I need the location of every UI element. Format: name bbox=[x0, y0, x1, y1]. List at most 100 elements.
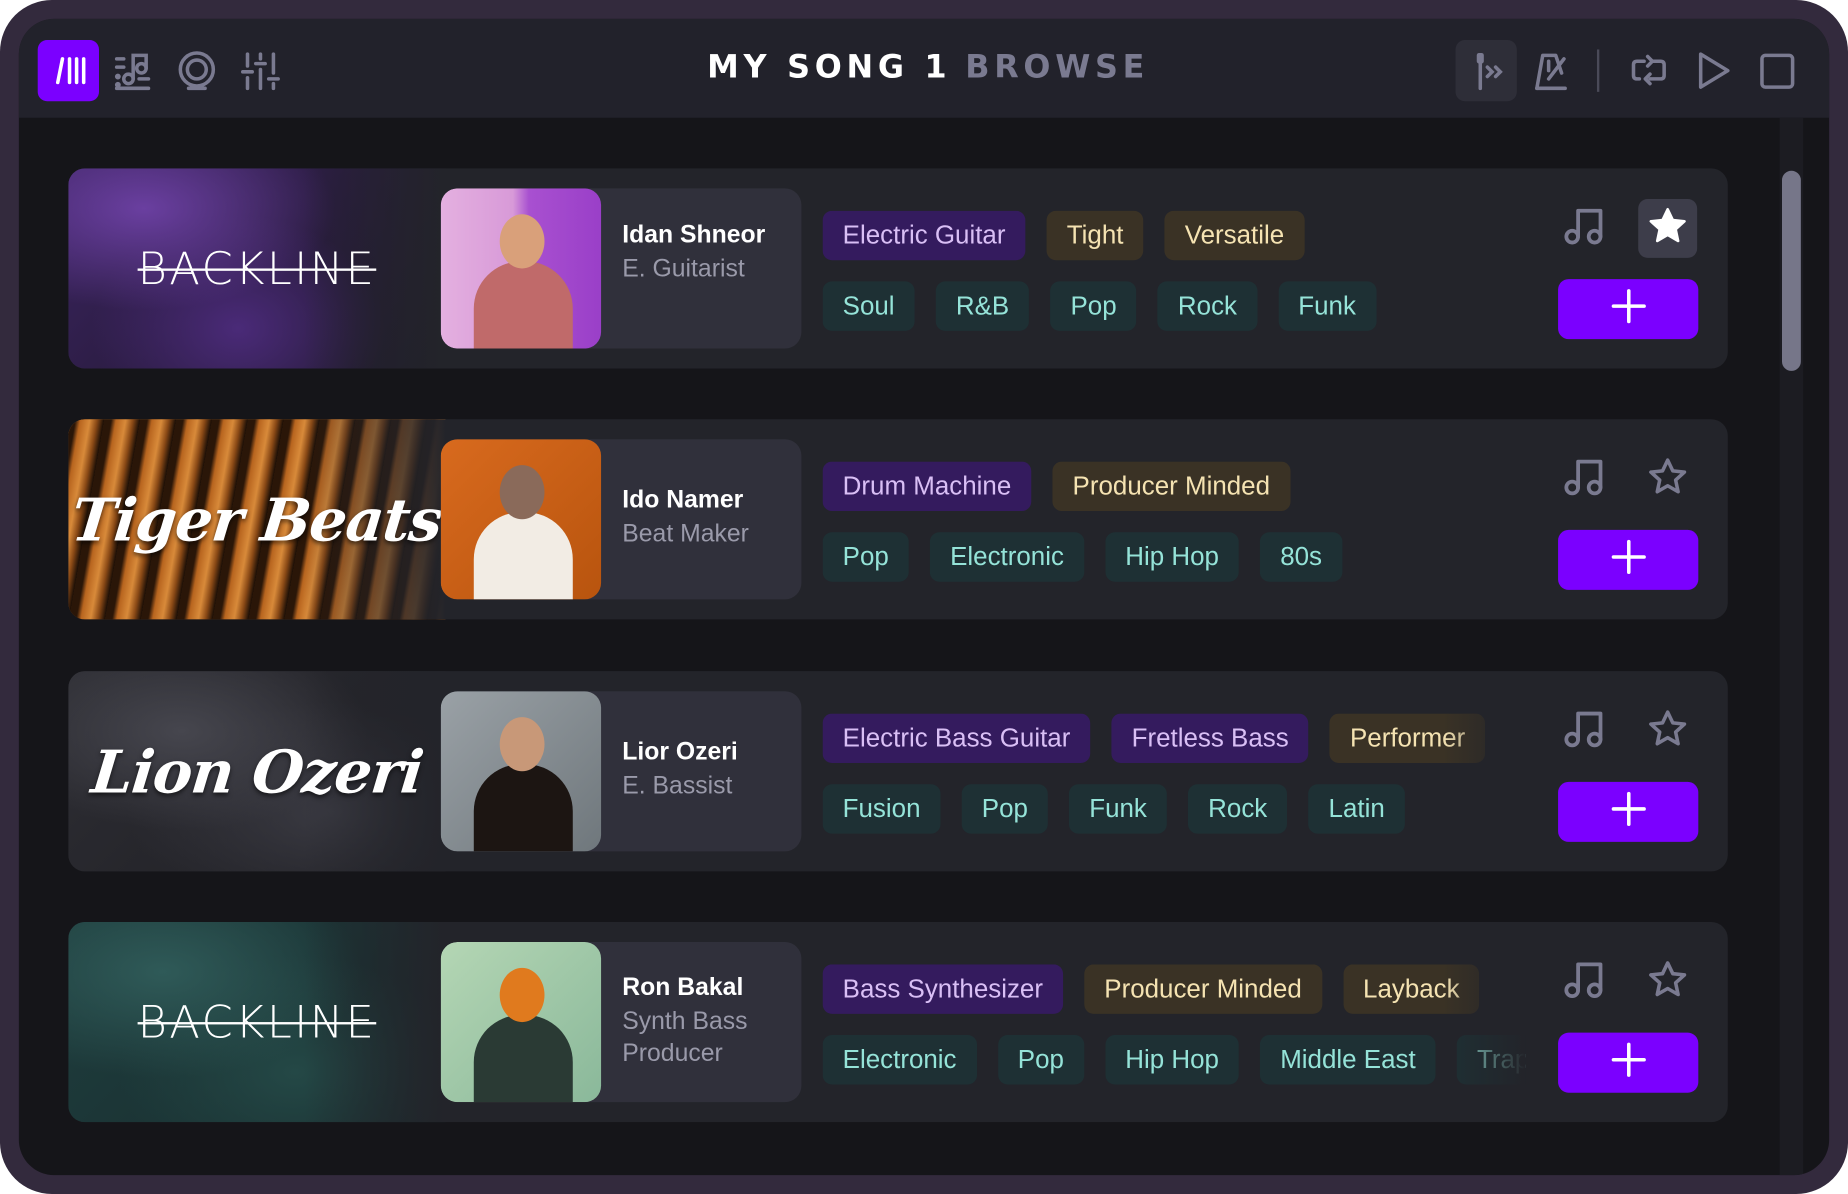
genre-tag[interactable]: Funk bbox=[1278, 281, 1376, 331]
genre-tag[interactable]: Fusion bbox=[822, 784, 941, 834]
artist-role: Beat Maker bbox=[622, 520, 749, 548]
genre-tag[interactable]: Pop bbox=[822, 532, 909, 582]
scrollbar-thumb[interactable] bbox=[1781, 170, 1801, 371]
genre-tag[interactable]: Rock bbox=[1157, 281, 1258, 331]
add-artist-button[interactable] bbox=[1558, 781, 1699, 842]
plus-icon bbox=[1609, 790, 1647, 834]
trait-tag[interactable]: Tight bbox=[1046, 210, 1144, 261]
artist-name: Ron Bakal bbox=[622, 973, 744, 1001]
artist-photo-body bbox=[473, 261, 573, 349]
favorite-button[interactable] bbox=[1638, 198, 1698, 258]
artist-role: E. Guitarist bbox=[622, 255, 745, 283]
tracks-button[interactable] bbox=[37, 40, 99, 102]
instrument-tag[interactable]: Fretless Bass bbox=[1111, 713, 1309, 764]
preview-button[interactable] bbox=[1556, 199, 1615, 258]
plus-icon bbox=[1609, 1041, 1647, 1085]
artist-banner: BACKLINE bbox=[68, 168, 446, 369]
genre-tag[interactable]: Hip Hop bbox=[1105, 1035, 1239, 1085]
star-icon bbox=[1646, 707, 1688, 755]
browse-tab[interactable]: BROWSE bbox=[965, 49, 1149, 86]
genre-tag[interactable]: Pop bbox=[997, 1035, 1084, 1085]
genre-tag[interactable]: R&B bbox=[935, 281, 1030, 331]
favorite-button[interactable] bbox=[1638, 702, 1697, 761]
plus-icon bbox=[1609, 538, 1647, 582]
play-icon bbox=[1698, 52, 1730, 89]
loop-button[interactable] bbox=[1618, 40, 1679, 101]
genre-tag[interactable]: Hip Hop bbox=[1105, 532, 1239, 582]
instrument-tag[interactable]: Electric Bass Guitar bbox=[822, 713, 1091, 764]
artist-info[interactable]: Lior Ozeri E. Bassist bbox=[440, 691, 802, 852]
preview-button[interactable] bbox=[1556, 953, 1615, 1012]
brand-logo: Lion Ozeri bbox=[68, 671, 445, 871]
artist-photo bbox=[440, 439, 602, 600]
trait-tag[interactable]: Producer Minded bbox=[1084, 964, 1322, 1014]
brand-logo: BACKLINE bbox=[68, 922, 445, 1122]
stop-button[interactable] bbox=[1747, 40, 1808, 101]
artist-card[interactable]: BACKLINE Ron Bakal Synth Bass Producer Bass… bbox=[68, 921, 1728, 1123]
instrument-tag[interactable]: Bass Synthesizer bbox=[822, 964, 1064, 1014]
tag-row-genres: Fusion Pop Funk Rock Latin bbox=[822, 784, 1405, 834]
trait-tag[interactable]: Performer bbox=[1329, 713, 1486, 764]
artist-banner: Lion Ozeri bbox=[68, 671, 446, 872]
genre-tag[interactable]: Electronic bbox=[930, 532, 1084, 582]
artist-card[interactable]: Lion Ozeri Lior Ozeri E. Bassist Electric B… bbox=[68, 671, 1728, 872]
metronome-icon bbox=[1535, 53, 1567, 91]
tag-area: Electric Bass Guitar Fretless Bass Perform… bbox=[822, 713, 1526, 837]
genre-tag[interactable]: Soul bbox=[822, 281, 915, 331]
music-library-button[interactable] bbox=[103, 40, 164, 101]
tag-row-traits: Bass Synthesizer Producer Minded Layback bbox=[822, 964, 1480, 1014]
music-notes-icon bbox=[1563, 205, 1608, 251]
artist-info[interactable]: Idan Shneor E. Guitarist bbox=[440, 188, 802, 349]
tag-row-genres: Soul R&B Pop Rock Funk bbox=[822, 281, 1376, 331]
metronome-button[interactable] bbox=[1520, 40, 1581, 101]
mixer-button[interactable] bbox=[230, 40, 291, 101]
top-bar: MY SONG 1 BROWSE bbox=[18, 18, 1830, 118]
trait-tag[interactable]: Layback bbox=[1342, 964, 1480, 1014]
artist-name: Ido Namer bbox=[622, 486, 744, 514]
genre-tag[interactable]: Rock bbox=[1188, 784, 1288, 834]
artist-info[interactable]: Ron Bakal Synth Bass Producer bbox=[440, 942, 802, 1103]
add-artist-button[interactable] bbox=[1558, 529, 1699, 590]
favorite-button[interactable] bbox=[1638, 953, 1697, 1012]
genre-tag[interactable]: Latin bbox=[1308, 784, 1405, 834]
count-in-icon bbox=[1476, 52, 1503, 91]
genre-tag[interactable]: Trap bbox=[1456, 1035, 1526, 1085]
artist-photo-body bbox=[473, 1015, 573, 1103]
artist-photo-head bbox=[499, 967, 545, 1023]
instrument-tag[interactable]: Electric Guitar bbox=[822, 210, 1026, 261]
tag-row-traits: Drum Machine Producer Minded bbox=[822, 461, 1291, 512]
add-artist-button[interactable] bbox=[1558, 1032, 1699, 1093]
preview-button[interactable] bbox=[1556, 450, 1615, 509]
mixer-icon bbox=[241, 52, 280, 91]
genre-tag[interactable]: Pop bbox=[961, 784, 1048, 834]
brand-logo-text: BACKLINE bbox=[137, 242, 377, 295]
play-button[interactable] bbox=[1682, 40, 1743, 101]
genre-tag[interactable]: Electronic bbox=[822, 1035, 977, 1085]
instrument-tag[interactable]: Drum Machine bbox=[822, 461, 1032, 512]
plus-icon bbox=[1609, 287, 1647, 331]
song-title[interactable]: MY SONG 1 bbox=[707, 49, 951, 86]
genre-tag[interactable]: Pop bbox=[1050, 281, 1137, 331]
preview-button[interactable] bbox=[1556, 702, 1615, 761]
genre-tag[interactable]: Middle East bbox=[1260, 1035, 1436, 1085]
favorite-button[interactable] bbox=[1638, 450, 1697, 509]
artist-banner: BACKLINE bbox=[68, 921, 446, 1123]
artist-photo-head bbox=[499, 214, 545, 269]
artist-card[interactable]: Tiger Beats Ido Namer Beat Maker Drum Machi… bbox=[68, 419, 1728, 620]
artist-card[interactable]: BACKLINE Idan Shneor E. Guitarist Electric … bbox=[68, 168, 1728, 369]
trait-tag[interactable]: Versatile bbox=[1164, 210, 1305, 261]
tag-row-genres: Electronic Pop Hip Hop Middle East Trap bbox=[822, 1035, 1526, 1085]
music-library-icon bbox=[114, 53, 151, 91]
add-artist-button[interactable] bbox=[1558, 279, 1699, 340]
brand-logo-text: Tiger Beats bbox=[68, 484, 446, 555]
artist-info[interactable]: Ido Namer Beat Maker bbox=[440, 439, 802, 600]
recording-button[interactable] bbox=[166, 40, 227, 101]
genre-tag[interactable]: 80s bbox=[1260, 532, 1343, 582]
music-notes-icon bbox=[1563, 708, 1608, 754]
tag-area: Electric Guitar Tight Versatile Soul R&B Pop R… bbox=[822, 210, 1530, 333]
genre-tag[interactable]: Funk bbox=[1069, 784, 1167, 834]
app-window: MY SONG 1 BROWSE BACKLINE Idan Shneor E. G… bbox=[0, 0, 1848, 1194]
artist-photo-head bbox=[499, 465, 545, 520]
trait-tag[interactable]: Producer Minded bbox=[1052, 461, 1291, 512]
count-in-button[interactable] bbox=[1455, 40, 1517, 102]
